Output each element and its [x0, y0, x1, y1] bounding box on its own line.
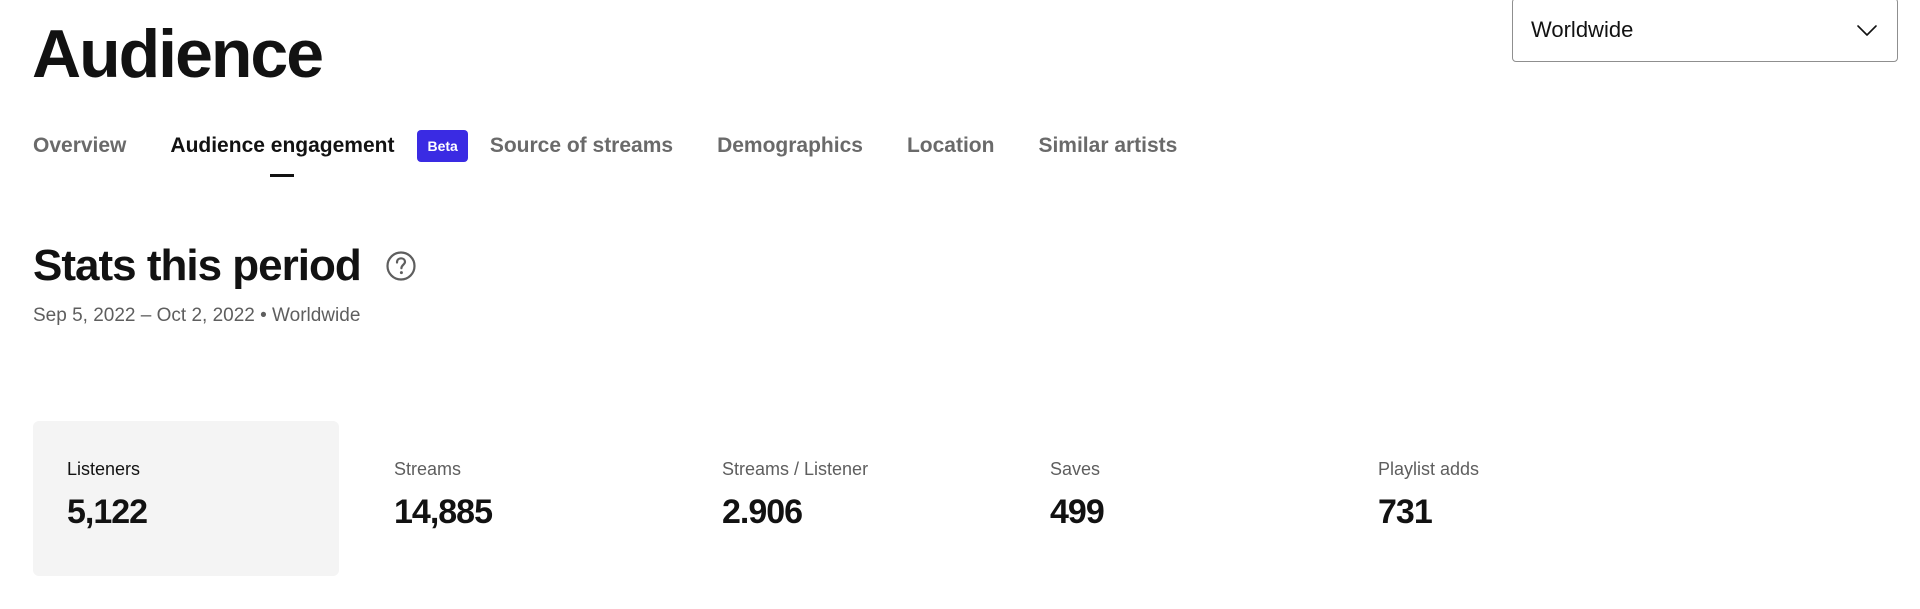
- audience-page: Audience Worldwide Overview Audience eng…: [0, 0, 1920, 609]
- tab-audience-engagement[interactable]: Audience engagement: [170, 134, 394, 158]
- stat-value: 499: [1050, 493, 1105, 531]
- stat-label: Streams / Listener: [722, 459, 869, 479]
- tab-location[interactable]: Location: [907, 134, 995, 158]
- page-title: Audience: [32, 16, 324, 92]
- tab-source-of-streams[interactable]: Source of streams: [490, 134, 673, 158]
- stat-label: Saves: [1050, 459, 1101, 479]
- section-header: Stats this period: [33, 236, 417, 296]
- stat-card-saves[interactable]: Saves 499: [1050, 421, 1378, 576]
- stat-label: Playlist adds: [1378, 459, 1480, 479]
- section-title: Stats this period: [33, 241, 362, 290]
- tab-bar: Overview Audience engagement Beta Source…: [33, 126, 1221, 166]
- beta-badge: Beta: [417, 130, 468, 162]
- tab-similar-artists[interactable]: Similar artists: [1038, 134, 1177, 158]
- region-select-value: Worldwide: [1531, 17, 1634, 42]
- stat-value: 14,885: [394, 493, 493, 531]
- stat-value: 731: [1378, 493, 1433, 531]
- stat-card-streams[interactable]: Streams 14,885: [394, 421, 722, 576]
- chevron-down-icon: [1857, 25, 1877, 36]
- stats-row: Listeners 5,122 Streams 14,885 Streams /…: [33, 421, 1706, 576]
- tab-overview[interactable]: Overview: [33, 134, 126, 158]
- stat-card-playlist-adds[interactable]: Playlist adds 731: [1378, 421, 1706, 576]
- tab-demographics[interactable]: Demographics: [717, 134, 863, 158]
- help-circle-icon[interactable]: [385, 250, 417, 282]
- stat-card-streams-per-listener[interactable]: Streams / Listener 2.906: [722, 421, 1050, 576]
- region-select[interactable]: Worldwide: [1512, 0, 1898, 62]
- stat-card-listeners[interactable]: Listeners 5,122: [33, 421, 339, 576]
- stat-label: Streams: [394, 459, 462, 479]
- stat-value: 2.906: [722, 493, 803, 531]
- period-subtitle: Sep 5, 2022 – Oct 2, 2022 • Worldwide: [33, 305, 361, 326]
- stat-value: 5,122: [67, 493, 148, 531]
- stat-label: Listeners: [67, 459, 141, 479]
